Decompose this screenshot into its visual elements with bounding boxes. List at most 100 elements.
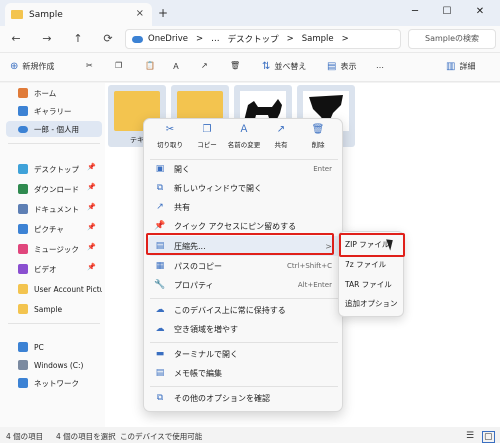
sidebar-item-desktop[interactable]: デスクトップ 📌 xyxy=(6,161,102,177)
sidebar-item-documents[interactable]: ドキュメント 📌 xyxy=(6,201,102,217)
breadcrumb-desktop[interactable]: デスクトップ xyxy=(228,33,279,45)
breadcrumb-ellipsis[interactable]: … xyxy=(211,34,220,44)
menu-item-edit-notepad[interactable]: ▤ メモ帳で編集 xyxy=(148,363,340,383)
new-label: 新規作成 xyxy=(22,62,55,71)
sidebar-item-label: ドキュメント xyxy=(34,204,79,214)
cut-button[interactable]: ✂ 切り取り xyxy=(152,123,188,149)
address-bar[interactable]: OneDrive > … デスクトップ > Sample > xyxy=(125,29,401,49)
menu-item-open-new-window[interactable]: ⧉ 新しいウィンドウで開く xyxy=(148,178,340,198)
details-label: 詳細 xyxy=(459,62,476,71)
sidebar-item-label: デスクトップ xyxy=(34,164,79,174)
sidebar-item-label: User Account Pictur xyxy=(34,284,102,294)
new-button[interactable]: ⊕ 新規作成 xyxy=(10,61,54,72)
pin-icon[interactable]: 📌 xyxy=(87,203,96,211)
up-icon[interactable]: ↑ xyxy=(70,31,86,47)
divider xyxy=(150,342,338,343)
sidebar-item-onedrive[interactable]: 一郎 - 個人用 xyxy=(6,121,102,137)
close-button[interactable]: ✕ xyxy=(465,3,495,21)
quick-action-label: 削除 xyxy=(311,141,325,149)
tab-close-button[interactable]: × xyxy=(136,8,144,19)
refresh-icon[interactable]: ⟳ xyxy=(100,31,116,47)
rename-button[interactable]: Ａ 名前の変更 xyxy=(226,123,262,149)
delete-icon[interactable]: 🗑 xyxy=(230,61,240,70)
menu-item-more-options[interactable]: ⧉ その他のオプションを確認 xyxy=(148,388,340,408)
forward-icon[interactable]: → xyxy=(39,31,55,47)
sidebar-item-label: ネットワーク xyxy=(34,378,79,388)
sidebar-item-pc[interactable]: PC xyxy=(6,339,102,355)
sidebar-item-sample[interactable]: Sample xyxy=(6,301,102,317)
sidebar-item-downloads[interactable]: ダウンロード 📌 xyxy=(6,181,102,197)
plus-icon: ⊕ xyxy=(10,61,19,72)
back-icon[interactable]: ← xyxy=(8,31,24,47)
properties-icon: 🔧 xyxy=(154,280,166,290)
folder-icon xyxy=(18,304,28,314)
breadcrumb-separator: > xyxy=(286,34,294,44)
share-button[interactable]: ↗ 共有 xyxy=(263,123,299,149)
music-icon xyxy=(18,244,28,254)
search-input[interactable]: Sampleの検索 xyxy=(408,29,496,49)
context-menu: ✂ 切り取り ❐ コピー Ａ 名前の変更 ↗ 共有 🗑 削除 ▣ 開く Ente… xyxy=(143,118,343,412)
tiles-view-icon[interactable]: ▢ xyxy=(482,431,495,443)
item-count: 4 個の項目 xyxy=(6,432,44,441)
copy-icon[interactable]: ❐ xyxy=(115,61,122,70)
breadcrumb-onedrive[interactable]: OneDrive xyxy=(148,34,188,44)
pin-icon[interactable]: 📌 xyxy=(87,263,96,271)
view-icon: ▤ xyxy=(327,61,337,72)
copy-button[interactable]: ❐ コピー xyxy=(189,123,225,149)
sidebar-item-network[interactable]: ネットワーク xyxy=(6,375,102,391)
menu-item-free-space[interactable]: ☁ 空き領域を増やす xyxy=(148,319,340,339)
cut-icon: ✂ xyxy=(165,124,175,135)
submenu-item-tar[interactable]: TAR ファイル xyxy=(345,276,401,294)
menu-item-label: その他のオプションを確認 xyxy=(174,393,270,403)
availability-status: このデバイスで使用可能 xyxy=(120,432,203,441)
menu-item-label: メモ帳で編集 xyxy=(174,368,222,378)
divider xyxy=(150,386,338,387)
pin-icon[interactable]: 📌 xyxy=(87,183,96,191)
sidebar-item-pictures[interactable]: ピクチャ 📌 xyxy=(6,221,102,237)
onedrive-icon xyxy=(132,35,143,43)
pin-icon[interactable]: 📌 xyxy=(87,163,96,171)
navigation-bar: ← → ↑ ⟳ OneDrive > … デスクトップ > Sample > S… xyxy=(0,26,500,52)
sidebar-item-gallery[interactable]: ギャラリー xyxy=(6,103,102,119)
sidebar-item-user-account-pictures[interactable]: User Account Pictur xyxy=(6,281,102,297)
pin-icon[interactable]: 📌 xyxy=(87,223,96,231)
sidebar-item-videos[interactable]: ビデオ 📌 xyxy=(6,261,102,277)
cut-icon[interactable]: ✂ xyxy=(86,61,93,70)
details-view-icon[interactable]: ☰ xyxy=(466,431,474,441)
notepad-icon: ▤ xyxy=(155,368,165,378)
sidebar-item-windows-c[interactable]: Windows (C:) xyxy=(6,357,102,373)
new-tab-button[interactable]: + xyxy=(158,6,168,20)
menu-item-share[interactable]: ↗ 共有 xyxy=(148,197,340,217)
breadcrumb-separator: > xyxy=(341,34,349,44)
minimize-button[interactable]: ─ xyxy=(400,3,430,21)
share-icon[interactable]: ↗ xyxy=(201,61,208,70)
menu-item-open-terminal[interactable]: ▬ ターミナルで開く xyxy=(148,344,340,364)
paste-icon[interactable]: 📋 xyxy=(145,61,155,70)
submenu-item-7z[interactable]: 7z ファイル xyxy=(345,256,401,274)
delete-button[interactable]: 🗑 削除 xyxy=(300,123,336,149)
sidebar-item-music[interactable]: ミュージック 📌 xyxy=(6,241,102,257)
view-button[interactable]: ▤ 表示 xyxy=(327,61,356,72)
tab-sample[interactable]: Sample × xyxy=(5,3,152,26)
menu-item-open[interactable]: ▣ 開く Enter xyxy=(148,159,340,179)
maximize-button[interactable]: ☐ xyxy=(432,3,462,21)
submenu-item-more-options[interactable]: 追加オプション xyxy=(345,295,401,313)
menu-item-copy-path[interactable]: ▦ パスのコピー Ctrl+Shift+C xyxy=(148,256,340,276)
breadcrumb-sample[interactable]: Sample xyxy=(302,34,334,44)
quick-action-label: 共有 xyxy=(274,141,288,149)
menu-item-properties[interactable]: 🔧 プロパティ Alt+Enter xyxy=(148,275,340,295)
sidebar-item-label: ビデオ xyxy=(34,264,57,274)
quick-actions-row: ✂ 切り取り ❐ コピー Ａ 名前の変更 ↗ 共有 🗑 削除 xyxy=(152,123,338,157)
details-button[interactable]: ▥ 詳細 xyxy=(446,61,475,72)
rename-icon[interactable]: Ａ xyxy=(172,61,180,72)
menu-item-always-keep[interactable]: ☁ このデバイス上に常に保持する xyxy=(148,300,340,320)
sidebar-item-label: Sample xyxy=(34,304,63,314)
view-label: 表示 xyxy=(340,62,357,71)
more-button[interactable]: … xyxy=(376,61,384,70)
details-icon: ▥ xyxy=(446,61,456,72)
pin-icon[interactable]: 📌 xyxy=(87,243,96,251)
sort-button[interactable]: ⇅ 並べ替え xyxy=(262,61,306,72)
sidebar-item-label: Windows (C:) xyxy=(34,360,84,370)
pin-icon: 📌 xyxy=(154,221,166,231)
sidebar-item-home[interactable]: ホーム xyxy=(6,85,102,101)
